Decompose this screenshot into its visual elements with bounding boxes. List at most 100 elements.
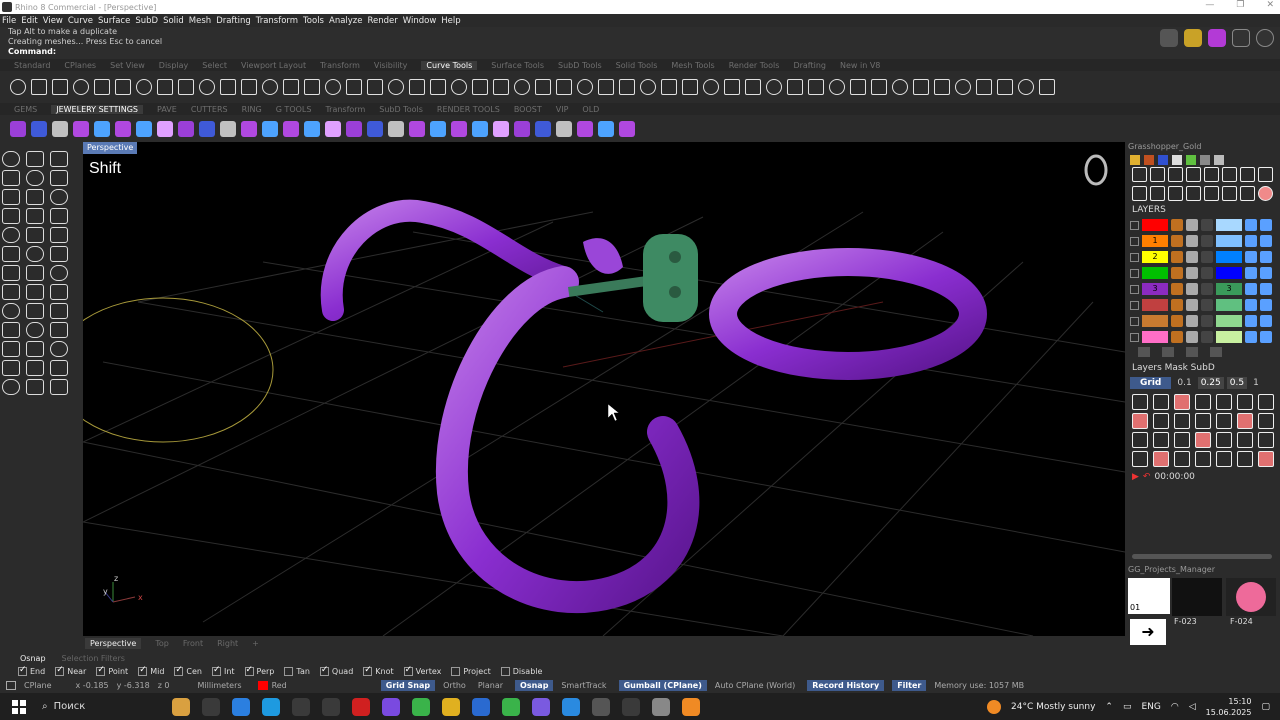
curve-tool-icon[interactable] <box>262 79 278 95</box>
toolbar-tab[interactable]: G TOOLS <box>276 105 312 114</box>
jewelry-tool-icon[interactable] <box>577 120 593 137</box>
modeling-tool-icon[interactable] <box>50 379 68 395</box>
subd-tool-icon[interactable] <box>1195 451 1211 467</box>
subd-tool-icon[interactable] <box>1216 413 1232 429</box>
lock-icon[interactable] <box>1260 299 1272 311</box>
jewelry-tool-icon[interactable] <box>556 120 572 137</box>
osnap-checkbox[interactable] <box>96 665 106 676</box>
menu-item-mesh[interactable]: Mesh <box>189 16 211 26</box>
light-bulb-icon[interactable] <box>1171 283 1183 295</box>
lock-icon[interactable] <box>1260 219 1272 231</box>
curve-tool-icon[interactable] <box>787 79 803 95</box>
osnap-disable[interactable]: Disable <box>500 667 542 676</box>
lock-icon[interactable] <box>1260 267 1272 279</box>
osnap-checkbox[interactable] <box>138 665 148 676</box>
subd-tool-icon[interactable] <box>1132 394 1148 410</box>
jewelry-tool-icon[interactable] <box>73 120 89 137</box>
subd-tool-icon[interactable] <box>1195 394 1211 410</box>
grasshopper-tool-icon[interactable] <box>1168 186 1183 201</box>
curve-tool-icon[interactable] <box>241 79 257 95</box>
weather-text[interactable]: 24°C Mostly sunny <box>1011 702 1095 712</box>
light-bulb-icon[interactable] <box>1171 299 1183 311</box>
lock-icon[interactable] <box>1186 251 1198 263</box>
subd-tool-icon[interactable] <box>1258 394 1274 410</box>
layer-color-swatch[interactable] <box>1216 299 1242 311</box>
subd-tool-icon[interactable] <box>1237 451 1253 467</box>
layer-icon[interactable] <box>1201 219 1213 231</box>
osnap-end[interactable]: End <box>18 665 45 676</box>
layer-icon[interactable] <box>1201 235 1213 247</box>
planar-toggle[interactable]: Planar <box>478 681 503 690</box>
menu-item-transform[interactable]: Transform <box>256 16 298 26</box>
viewport-tab-perspective[interactable]: Perspective <box>85 638 142 649</box>
lock-icon[interactable] <box>1186 283 1198 295</box>
taskbar-app-icon[interactable] <box>322 697 340 716</box>
project-tile[interactable]: 01 <box>1128 578 1170 614</box>
curve-tool-icon[interactable] <box>31 79 47 95</box>
weather-icon[interactable] <box>987 699 1002 714</box>
jewelry-tool-icon[interactable] <box>10 120 26 137</box>
curve-tool-icon[interactable] <box>892 79 908 95</box>
viewport-label[interactable]: Perspective <box>83 142 138 154</box>
taskbar-app-icon[interactable] <box>412 697 430 716</box>
curve-tool-icon[interactable] <box>619 79 635 95</box>
curve-tool-icon[interactable] <box>304 79 320 95</box>
toolbar-tab[interactable]: Drafting <box>793 61 826 70</box>
modeling-tool-icon[interactable] <box>26 170 44 186</box>
curve-tool-icon[interactable] <box>325 79 341 95</box>
toolbar-tab[interactable]: Select <box>202 61 227 70</box>
modeling-tool-icon[interactable] <box>50 303 68 319</box>
osnap-checkbox[interactable] <box>500 667 510 676</box>
curve-tool-icon[interactable] <box>598 79 614 95</box>
toolbar-tab[interactable]: Viewport Layout <box>241 61 306 70</box>
layer-icon[interactable] <box>1201 251 1213 263</box>
curve-tool-icon[interactable] <box>94 79 110 95</box>
curve-tool-icon[interactable] <box>808 79 824 95</box>
layer-icon[interactable] <box>1201 267 1213 279</box>
record-history-toggle[interactable]: Record History <box>807 680 885 691</box>
layer-row[interactable] <box>1126 265 1280 281</box>
curve-tool-icon[interactable] <box>388 79 404 95</box>
record-icon[interactable]: ▶ <box>1132 472 1139 482</box>
jewelry-tool-icon[interactable] <box>598 120 614 137</box>
taskbar-app-icon[interactable] <box>262 697 280 716</box>
language-indicator[interactable]: ENG <box>1141 702 1160 712</box>
menu-item-view[interactable]: View <box>43 16 63 26</box>
toolbar-tab[interactable]: Display <box>159 61 189 70</box>
subd-tool-icon[interactable] <box>1216 432 1232 448</box>
toolbar-tab[interactable]: RING <box>242 105 262 114</box>
lock-icon[interactable] <box>1186 299 1198 311</box>
eye-icon[interactable] <box>1245 235 1257 247</box>
modeling-tool-icon[interactable] <box>2 360 20 376</box>
curve-tool-icon[interactable] <box>661 79 677 95</box>
lock-icon[interactable] <box>1186 235 1198 247</box>
subd-tool-icon[interactable] <box>1216 451 1232 467</box>
modeling-tool-icon[interactable] <box>26 189 44 205</box>
jewelry-tool-icon[interactable] <box>115 120 131 137</box>
grasshopper-plugin-icon[interactable] <box>1186 155 1196 165</box>
layer-checkbox[interactable] <box>1130 332 1139 342</box>
taskbar-app-icon[interactable] <box>472 697 490 716</box>
toolbar-tab[interactable]: Set View <box>110 61 145 70</box>
curve-tool-icon[interactable] <box>430 79 446 95</box>
taskbar-app-icon[interactable] <box>352 697 370 716</box>
curve-tool-icon[interactable] <box>178 79 194 95</box>
curve-tool-icon[interactable] <box>346 79 362 95</box>
osnap-checkbox[interactable] <box>244 665 254 676</box>
modeling-tool-icon[interactable] <box>2 284 20 300</box>
menu-item-render[interactable]: Render <box>368 16 398 26</box>
toolbar-tab[interactable]: Standard <box>14 61 50 70</box>
curve-tool-icon[interactable] <box>283 79 299 95</box>
osnap-tan[interactable]: Tan <box>284 667 310 676</box>
curve-tool-icon[interactable] <box>199 79 215 95</box>
layer-color-swatch[interactable] <box>1216 251 1242 263</box>
subd-tool-icon[interactable] <box>1174 451 1190 467</box>
modeling-tool-icon[interactable] <box>26 284 44 300</box>
grasshopper-tool-icon[interactable] <box>1204 186 1219 201</box>
grasshopper-tool-icon[interactable] <box>1132 186 1147 201</box>
jewelry-tool-icon[interactable] <box>199 120 215 137</box>
curve-tool-icon[interactable] <box>514 79 530 95</box>
osnap-project[interactable]: Project <box>451 667 491 676</box>
grasshopper-tool-icon[interactable] <box>1258 167 1273 182</box>
osnap-knot[interactable]: Knot <box>363 665 394 676</box>
